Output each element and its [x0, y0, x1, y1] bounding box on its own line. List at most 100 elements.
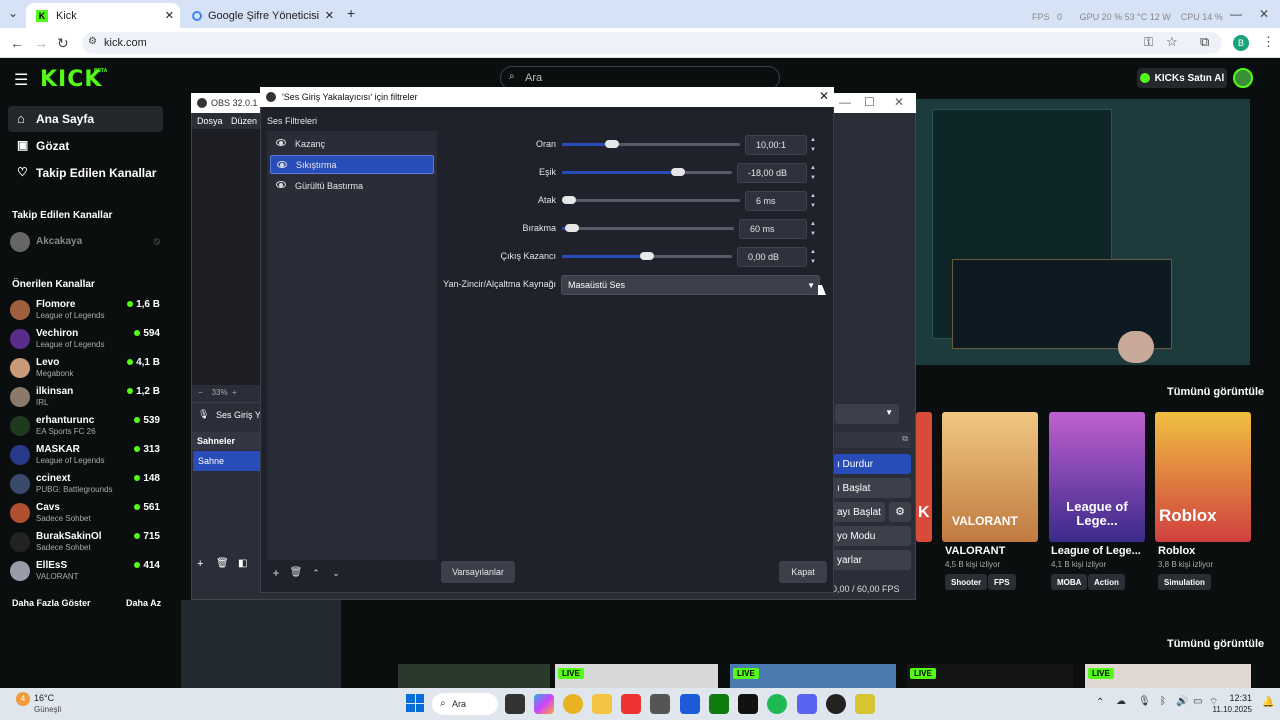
close-tab-icon[interactable]: ✕ [165, 9, 174, 22]
channel-item[interactable]: Cavs Sadece Sohbet 561 [10, 499, 160, 527]
notifications-icon[interactable]: 🔔 [1262, 697, 1274, 708]
show-more-link[interactable]: Daha Fazla Göster [12, 598, 91, 608]
bluetooth-icon[interactable]: ᛒ [1160, 696, 1166, 707]
output-gain-slider[interactable] [562, 252, 732, 260]
menu-file[interactable]: Dosya [197, 116, 223, 126]
cloud-icon[interactable]: ☁ [1116, 696, 1126, 707]
visibility-eye-icon[interactable] [276, 181, 286, 188]
stream-thumbnail[interactable]: LIVE [555, 664, 718, 688]
start-recording-button[interactable]: ı Başlat [833, 478, 911, 498]
forward-icon[interactable]: → [34, 35, 48, 51]
xbox-icon[interactable] [709, 694, 729, 714]
threshold-spinbox[interactable]: -18,00 dB [737, 163, 807, 183]
file-explorer-icon[interactable] [592, 694, 612, 714]
category-tag[interactable]: MOBA [1051, 574, 1088, 590]
remove-filter-icon[interactable]: 🗑 [288, 565, 304, 581]
slider-handle[interactable] [604, 140, 619, 148]
obs-minimize-icon[interactable]: — [839, 95, 851, 109]
close-window-icon[interactable]: ✕ [1259, 7, 1269, 21]
studio-mode-button[interactable]: yo Modu [833, 526, 911, 546]
password-key-icon[interactable]: ⚿ [1144, 35, 1153, 50]
chrome-icon[interactable] [563, 694, 583, 714]
channel-item[interactable]: Levo Megabonk 4,1 B [10, 354, 160, 382]
user-avatar[interactable] [1233, 68, 1253, 88]
release-slider[interactable] [562, 224, 734, 232]
category-name[interactable]: Roblox [1158, 545, 1195, 557]
scene-filter-icon[interactable]: ◧ [238, 558, 247, 569]
site-info-icon[interactable]: ⚙ [88, 36, 97, 47]
settings-button[interactable]: yarlar [833, 550, 911, 570]
category-tag[interactable]: Shooter [945, 574, 988, 590]
obs-audio-source[interactable]: 🎙 Ses Giriş Ya [192, 402, 265, 426]
battery-icon[interactable]: ▭ [1193, 696, 1202, 707]
category-name[interactable]: VALORANT [945, 545, 1005, 557]
settings-gear-icon[interactable]: ⚙ [889, 502, 911, 522]
stream-thumbnail[interactable] [398, 664, 550, 688]
filter-item-compressor[interactable]: Sıkıştırma [270, 155, 434, 174]
nav-home[interactable]: ⌂ Ana Sayfa [8, 106, 163, 132]
obs-close-icon[interactable]: ✕ [894, 95, 904, 109]
spotify-icon[interactable] [767, 694, 787, 714]
category-card-valorant[interactable]: VALORANT [942, 412, 1038, 542]
app-icon[interactable] [680, 694, 700, 714]
discord-icon[interactable] [797, 694, 817, 714]
channel-item[interactable]: ilkinsan IRL 1,2 B [10, 383, 160, 411]
netflix-icon[interactable] [738, 694, 758, 714]
slider-handle[interactable] [562, 196, 576, 204]
weather-temp[interactable]: 16°C [34, 693, 54, 703]
start-button[interactable] [406, 694, 424, 712]
dock-float-icon[interactable]: ⧉ [902, 434, 908, 444]
channel-item[interactable]: ccinext PUBG: Battlegrounds 148 [10, 470, 160, 498]
stream-thumbnail[interactable] [181, 600, 341, 688]
reload-icon[interactable]: ↻ [57, 35, 69, 52]
menu-edit[interactable]: Düzen [231, 116, 257, 126]
tab-search-icon[interactable]: ⌄ [8, 6, 18, 20]
channel-item[interactable]: Vechiron League of Legends 594 [10, 325, 160, 353]
nav-browse[interactable]: ▣ Gözat [8, 133, 163, 159]
bookmark-star-icon[interactable]: ☆ [1166, 34, 1178, 50]
obs-dropdown[interactable]: ▼ [835, 404, 899, 424]
category-tag[interactable]: FPS [988, 574, 1016, 590]
channel-item[interactable]: Flomore League of Legends 1,6 B [10, 296, 160, 324]
stop-streaming-button[interactable]: ı Durdur [833, 454, 911, 474]
threshold-slider[interactable] [562, 168, 732, 176]
app-icon[interactable] [650, 694, 670, 714]
taskbar-search[interactable]: ⌕ Ara [432, 693, 498, 715]
move-up-icon[interactable]: ⌃ [308, 565, 324, 581]
filter-item-gain[interactable]: Kazanç [270, 134, 434, 153]
nav-following[interactable]: ♡ Takip Edilen Kanallar [8, 160, 163, 186]
defaults-button[interactable]: Varsayılanlar [441, 561, 515, 583]
tab-kick[interactable]: K Kick ✕ [26, 3, 180, 28]
extensions-icon[interactable]: ⧉ [1200, 34, 1209, 50]
more-menu-icon[interactable]: ⋮ [1262, 34, 1275, 50]
new-tab-button[interactable]: + [347, 5, 355, 21]
back-icon[interactable]: ← [10, 35, 24, 51]
filter-item-noise-suppression[interactable]: Gürültü Bastırma [270, 176, 434, 195]
obs-maximize-icon[interactable]: ☐ [864, 95, 875, 109]
add-scene-icon[interactable]: + [197, 558, 203, 570]
task-view-icon[interactable] [505, 694, 525, 714]
move-down-icon[interactable]: ⌄ [328, 565, 344, 581]
show-less-link[interactable]: Daha Az [126, 598, 161, 608]
channel-item[interactable]: EllEsS VALORANT 414 [10, 557, 160, 585]
scene-item[interactable]: Sahne [193, 451, 260, 471]
buy-kicks-button[interactable]: KICKs Satın Al [1137, 68, 1227, 88]
slider-handle[interactable] [670, 168, 685, 176]
minimize-window-icon[interactable]: — [1230, 7, 1242, 21]
visibility-eye-icon[interactable] [277, 161, 287, 168]
featured-stream-player[interactable] [914, 99, 1250, 365]
address-bar[interactable]: kick.com [82, 32, 1222, 54]
category-name[interactable]: League of Lege... [1051, 545, 1141, 557]
copilot-icon[interactable] [534, 694, 554, 714]
start-replay-button[interactable]: ayı Başlat [833, 502, 885, 522]
attack-spinbox[interactable]: 6 ms [745, 191, 807, 211]
spin-arrows-icon[interactable]: ▲ ▼ [806, 191, 820, 211]
microphone-icon[interactable]: 🎙 [1138, 696, 1151, 707]
followed-channel-item[interactable]: Akcakaya ⦸ [10, 228, 160, 256]
category-card-roblox[interactable]: Roblox [1155, 412, 1251, 542]
close-button[interactable]: Kapat [779, 561, 827, 583]
channel-item[interactable]: erhanturunc EA Sports FC 26 539 [10, 412, 160, 440]
remove-scene-icon[interactable]: 🗑 [216, 558, 229, 569]
stream-thumbnail[interactable]: LIVE [907, 664, 1073, 688]
dialog-close-icon[interactable]: ✕ [819, 89, 829, 103]
